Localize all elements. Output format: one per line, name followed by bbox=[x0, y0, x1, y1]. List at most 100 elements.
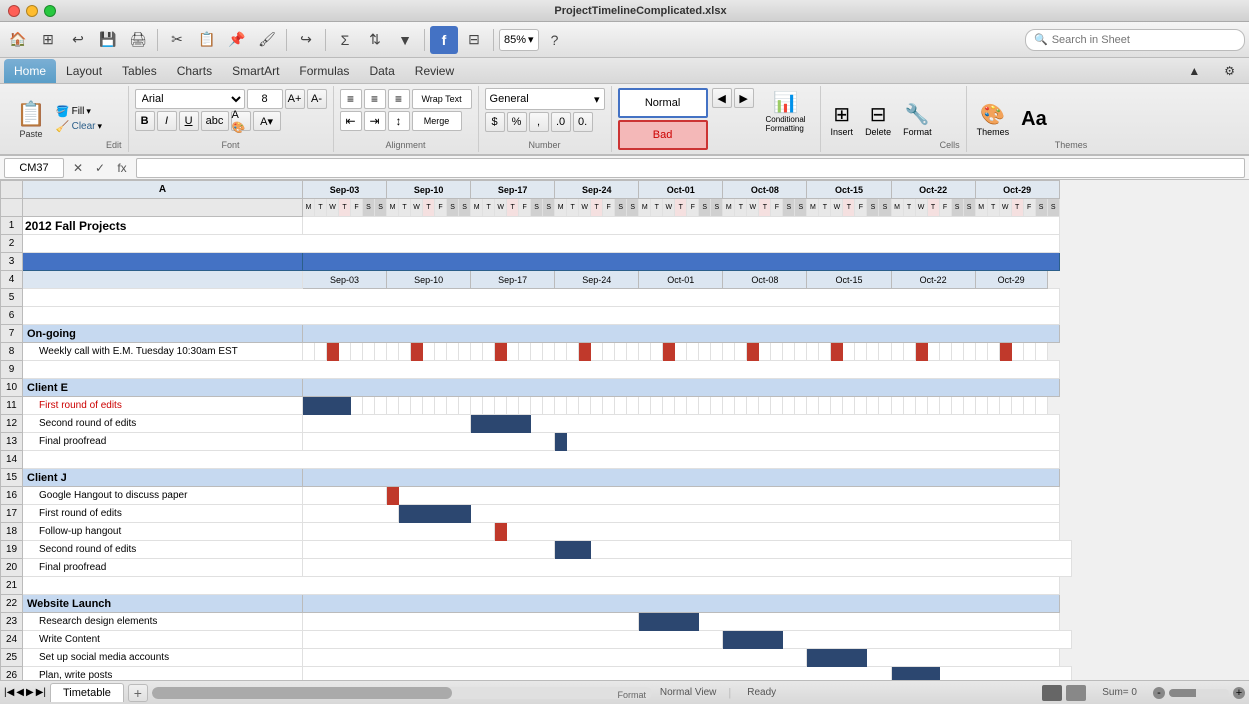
save-icon[interactable]: 💾 bbox=[94, 26, 122, 54]
cut-icon[interactable]: ✂ bbox=[163, 26, 191, 54]
task-googlehangout[interactable]: Google Hangout to discuss paper bbox=[23, 487, 303, 505]
filter-icon[interactable]: ▼ bbox=[391, 26, 419, 54]
nav-next[interactable]: ▶ bbox=[26, 687, 34, 698]
align-center-btn[interactable]: ≡ bbox=[364, 89, 386, 109]
menu-formulas[interactable]: Formulas bbox=[289, 59, 359, 83]
normal-view-icon[interactable] bbox=[1042, 685, 1062, 701]
normal-cell[interactable]: Normal bbox=[618, 88, 708, 118]
nav-arrows[interactable]: |◀ ◀ ▶ ▶| bbox=[4, 687, 46, 698]
nav-first[interactable]: |◀ bbox=[4, 687, 14, 698]
brush-icon[interactable]: 🖌 bbox=[253, 26, 281, 54]
task-secondedit-j[interactable]: Second round of edits bbox=[23, 541, 303, 559]
redo-icon[interactable]: ↪ bbox=[292, 26, 320, 54]
nav-last[interactable]: ▶| bbox=[36, 687, 46, 698]
formula-input[interactable] bbox=[136, 158, 1245, 178]
currency-btn[interactable]: $ bbox=[485, 112, 505, 132]
bad-cell[interactable]: Bad bbox=[618, 120, 708, 150]
strikethrough-button[interactable]: abc bbox=[201, 111, 229, 131]
sort-icon[interactable]: ⇅ bbox=[361, 26, 389, 54]
align-indent-left[interactable]: ⇤ bbox=[340, 111, 362, 131]
italic-button[interactable]: I bbox=[157, 111, 177, 131]
menu-review[interactable]: Review bbox=[405, 59, 464, 83]
zoom-box[interactable]: 85% ▾ bbox=[499, 29, 539, 51]
menu-home[interactable]: Home bbox=[4, 59, 56, 83]
maximize-button[interactable] bbox=[44, 5, 56, 17]
clear-label[interactable]: Clear bbox=[72, 121, 96, 132]
zoom-slider[interactable] bbox=[1169, 689, 1229, 697]
task-secondedit-e[interactable]: Second round of edits bbox=[23, 415, 303, 433]
cell-reference-input[interactable] bbox=[4, 158, 64, 178]
window-controls[interactable] bbox=[8, 5, 56, 17]
wrap-text-btn[interactable]: Wrap Text bbox=[412, 89, 472, 109]
confirm-formula-btn[interactable]: ✓ bbox=[90, 158, 110, 178]
comma-btn[interactable]: , bbox=[529, 112, 549, 132]
zoom-control[interactable]: - + bbox=[1153, 687, 1245, 699]
zoom-dropdown-icon[interactable]: ▾ bbox=[528, 33, 534, 46]
task-firstedit-e[interactable]: First round of edits bbox=[23, 397, 303, 415]
close-button[interactable] bbox=[8, 5, 20, 17]
align-vertical[interactable]: ↕ bbox=[388, 111, 410, 131]
paste-button[interactable]: 📋 Paste bbox=[10, 98, 52, 141]
format-btn[interactable]: 🔧 Format bbox=[899, 100, 936, 139]
horizontal-scrollbar[interactable] bbox=[152, 687, 652, 699]
menu-charts[interactable]: Charts bbox=[167, 59, 222, 83]
layout-view-icon[interactable] bbox=[1066, 685, 1086, 701]
grid-icon[interactable]: ⊞ bbox=[34, 26, 62, 54]
help-icon[interactable]: ? bbox=[541, 26, 569, 54]
print-icon[interactable]: 🖨 bbox=[124, 26, 152, 54]
task-research[interactable]: Research design elements bbox=[23, 613, 303, 631]
menu-options[interactable]: ⚙ bbox=[1214, 59, 1245, 83]
home-icon[interactable]: 🏠 bbox=[4, 26, 32, 54]
format-prev-btn[interactable]: ◀ bbox=[712, 88, 732, 108]
font-size-increase[interactable]: A+ bbox=[285, 89, 305, 109]
clear-dropdown[interactable]: ▾ bbox=[98, 121, 103, 132]
merge-btn[interactable]: Merge bbox=[412, 111, 462, 131]
task-planwrite[interactable]: Plan, write posts bbox=[23, 667, 303, 681]
minimize-button[interactable] bbox=[26, 5, 38, 17]
fx-btn[interactable]: fx bbox=[112, 158, 132, 178]
task-weeklycall[interactable]: Weekly call with E.M. Tuesday 10:30am ES… bbox=[23, 343, 303, 361]
task-followup-j[interactable]: Follow-up hangout bbox=[23, 523, 303, 541]
add-sheet-button[interactable]: + bbox=[128, 684, 148, 702]
col-header-a[interactable]: A bbox=[23, 181, 303, 199]
number-format-dropdown[interactable]: General ▾ bbox=[485, 88, 605, 110]
sheet-tab-timetable[interactable]: Timetable bbox=[50, 683, 124, 702]
format-next-btn[interactable]: ▶ bbox=[734, 88, 754, 108]
font-color-btn[interactable]: A▾ bbox=[253, 111, 281, 131]
decimal-decrease-btn[interactable]: 0. bbox=[573, 112, 593, 132]
font-family-select[interactable]: Arial bbox=[135, 89, 245, 109]
ongoing-header[interactable]: On-going bbox=[23, 325, 303, 343]
align-indent-right[interactable]: ⇥ bbox=[364, 111, 386, 131]
align-left-btn[interactable]: ≡ bbox=[340, 89, 362, 109]
task-firstedi-j[interactable]: First round of edits bbox=[23, 505, 303, 523]
font-size-input[interactable] bbox=[247, 89, 283, 109]
nav-prev[interactable]: ◀ bbox=[16, 687, 24, 698]
search-box[interactable]: 🔍 bbox=[1025, 29, 1245, 51]
menu-smartart[interactable]: SmartArt bbox=[222, 59, 289, 83]
undo-icon[interactable]: ↩ bbox=[64, 26, 92, 54]
task-writecontent[interactable]: Write Content bbox=[23, 631, 303, 649]
align-right-btn[interactable]: ≡ bbox=[388, 89, 410, 109]
fill-color-btn[interactable]: A🎨 bbox=[231, 111, 251, 131]
sheet-icon[interactable]: ⊟ bbox=[460, 26, 488, 54]
themes-btn[interactable]: 🎨 Themes bbox=[973, 100, 1014, 139]
underline-button[interactable]: U bbox=[179, 111, 199, 131]
sigma-icon[interactable]: Σ bbox=[331, 26, 359, 54]
conditional-formatting-btn[interactable]: 📊 ConditionalFormatting bbox=[758, 88, 814, 135]
zoom-in-icon[interactable]: + bbox=[1233, 687, 1245, 699]
task-finalproof-e[interactable]: Final proofread bbox=[23, 433, 303, 451]
bold-button[interactable]: B bbox=[135, 111, 155, 131]
function-icon[interactable]: f bbox=[430, 26, 458, 54]
font-size-decrease[interactable]: A- bbox=[307, 89, 327, 109]
menu-layout[interactable]: Layout bbox=[56, 59, 112, 83]
clientj-header[interactable]: Client J bbox=[23, 469, 303, 487]
cell-a1[interactable]: 2012 Fall Projects bbox=[23, 217, 303, 235]
task-finalproof-j[interactable]: Final proofread bbox=[23, 559, 303, 577]
cliente-header[interactable]: Client E bbox=[23, 379, 303, 397]
aa-btn[interactable]: Aa bbox=[1017, 106, 1051, 133]
copy-icon[interactable]: 📋 bbox=[193, 26, 221, 54]
delete-btn[interactable]: ⊟ Delete bbox=[861, 100, 895, 139]
zoom-out-icon[interactable]: - bbox=[1153, 687, 1165, 699]
grid-scroll-area[interactable]: A Sep-03 Sep-10 Sep-17 Sep-24 Oct-01 Oct… bbox=[0, 180, 1249, 680]
menu-data[interactable]: Data bbox=[359, 59, 404, 83]
